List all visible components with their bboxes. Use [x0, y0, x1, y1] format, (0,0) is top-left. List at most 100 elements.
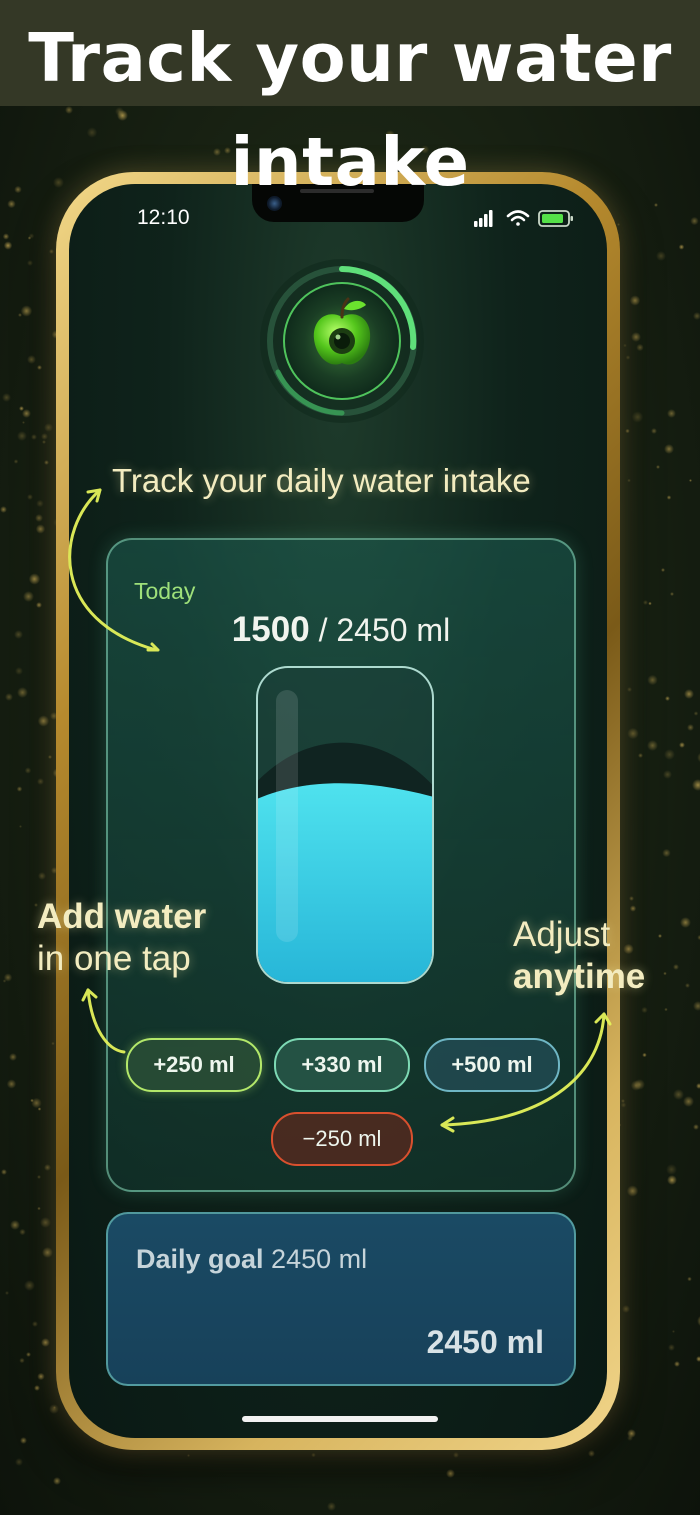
- remove-250-button[interactable]: −250 ml: [271, 1112, 413, 1166]
- bokeh-dot: [36, 777, 45, 786]
- goal-value: 2450 ml: [426, 1324, 544, 1360]
- bokeh-dot: [631, 411, 644, 424]
- bokeh-dot: [48, 1403, 60, 1415]
- bokeh-dot: [36, 1175, 41, 1180]
- home-indicator: [242, 1416, 438, 1422]
- caption-adjust-line2: anytime: [513, 957, 646, 996]
- bokeh-dot: [666, 409, 676, 419]
- bokeh-dot: [656, 251, 667, 262]
- bokeh-dot: [2, 233, 10, 240]
- bokeh-dot: [627, 478, 631, 482]
- today-card: Today 1500 / 2450 ml +250 ml +330 ml +50…: [106, 538, 576, 1192]
- bokeh-dot: [15, 666, 24, 676]
- bokeh-dot: [43, 1163, 52, 1172]
- bokeh-dot: [682, 1096, 695, 1108]
- bokeh-dot: [680, 916, 692, 928]
- bokeh-dot: [51, 1041, 56, 1046]
- add-330-button[interactable]: +330 ml: [274, 1038, 410, 1092]
- bokeh-dot: [687, 724, 695, 732]
- bokeh-dot: [626, 1185, 639, 1197]
- goal-label: Daily goal 2450 ml: [136, 1244, 367, 1275]
- bokeh-dot: [19, 1437, 27, 1444]
- bokeh-dot: [37, 715, 50, 727]
- bokeh-dot: [684, 983, 691, 989]
- bokeh-dot: [26, 354, 37, 365]
- bokeh-dot: [22, 409, 32, 419]
- bokeh-dot: [666, 1174, 677, 1185]
- daily-goal-card[interactable]: Daily goal 2450 ml 2450 ml: [106, 1212, 576, 1386]
- bokeh-dot: [0, 505, 8, 513]
- bokeh-dot: [24, 767, 32, 774]
- bokeh-dot: [14, 630, 23, 639]
- bokeh-dot: [629, 295, 641, 306]
- bokeh-dot: [695, 1355, 700, 1363]
- bokeh-dot: [23, 1279, 36, 1292]
- bokeh-dot: [665, 695, 670, 701]
- bokeh-dot: [647, 739, 658, 751]
- bokeh-dot: [627, 727, 640, 740]
- bokeh-dot: [48, 754, 53, 759]
- bokeh-dot: [643, 600, 648, 605]
- caption-adjust: Adjust anytime: [513, 914, 645, 998]
- bokeh-dot: [667, 1344, 675, 1352]
- bokeh-dot: [673, 1361, 680, 1368]
- caption-add-line1: Add water: [37, 897, 207, 936]
- bokeh-dot: [588, 1450, 595, 1457]
- bokeh-dot: [19, 1357, 25, 1363]
- bokeh-dot: [651, 428, 658, 435]
- bokeh-dot: [41, 439, 46, 444]
- bokeh-dot: [26, 259, 34, 267]
- add-250-button[interactable]: +250 ml: [126, 1038, 262, 1092]
- bokeh-dot: [629, 905, 637, 912]
- add-500-button[interactable]: +500 ml: [424, 1038, 560, 1092]
- bokeh-dot: [693, 1123, 700, 1130]
- bokeh-dot: [36, 499, 44, 508]
- bokeh-dot: [662, 770, 672, 780]
- bokeh-dot: [41, 432, 49, 440]
- bokeh-dot: [665, 1164, 677, 1176]
- bokeh-dot: [630, 331, 642, 343]
- bokeh-dot: [691, 779, 700, 792]
- bokeh-dot: [48, 248, 54, 254]
- bokeh-dot: [679, 742, 686, 749]
- intake-goal: / 2450 ml: [309, 612, 451, 648]
- bokeh-dot: [626, 686, 632, 692]
- bokeh-dot: [326, 1501, 336, 1511]
- bokeh-dot: [622, 343, 627, 348]
- bokeh-dot: [27, 236, 31, 240]
- page-headline: Track your water intake: [28, 19, 672, 201]
- bokeh-dot: [186, 1453, 190, 1457]
- bokeh-dot: [9, 1220, 20, 1231]
- bokeh-dot: [3, 241, 13, 250]
- bokeh-dot: [27, 494, 34, 501]
- bokeh-dot: [692, 312, 700, 321]
- bokeh-dot: [670, 592, 675, 596]
- bokeh-dot: [26, 1351, 32, 1357]
- bokeh-dot: [5, 1290, 10, 1296]
- water-glass: [256, 666, 434, 984]
- bokeh-dot: [3, 973, 13, 982]
- caption-adjust-line1: Adjust: [513, 915, 611, 954]
- bokeh-dot: [446, 1469, 456, 1479]
- bokeh-dot: [655, 464, 661, 470]
- bokeh-dot: [30, 433, 37, 440]
- bokeh-dot: [630, 1080, 642, 1091]
- bokeh-dot: [672, 1089, 684, 1100]
- bokeh-dot: [15, 1457, 23, 1466]
- bokeh-dot: [642, 1052, 647, 1058]
- bokeh-dot: [21, 305, 33, 317]
- bokeh-dot: [673, 964, 680, 971]
- caption-track: Track your daily water intake: [112, 462, 531, 499]
- bokeh-dot: [657, 933, 662, 938]
- bokeh-dot: [2, 392, 11, 402]
- bokeh-dot: [663, 971, 667, 975]
- bokeh-dot: [36, 365, 42, 371]
- bokeh-dot: [692, 1000, 700, 1012]
- bokeh-dot: [39, 1217, 51, 1229]
- bokeh-dot: [5, 693, 14, 702]
- bokeh-dot: [42, 1247, 53, 1258]
- bokeh-dot: [18, 824, 22, 828]
- bokeh-dot: [647, 674, 658, 686]
- bokeh-dot: [695, 1083, 700, 1089]
- bokeh-dot: [616, 222, 621, 227]
